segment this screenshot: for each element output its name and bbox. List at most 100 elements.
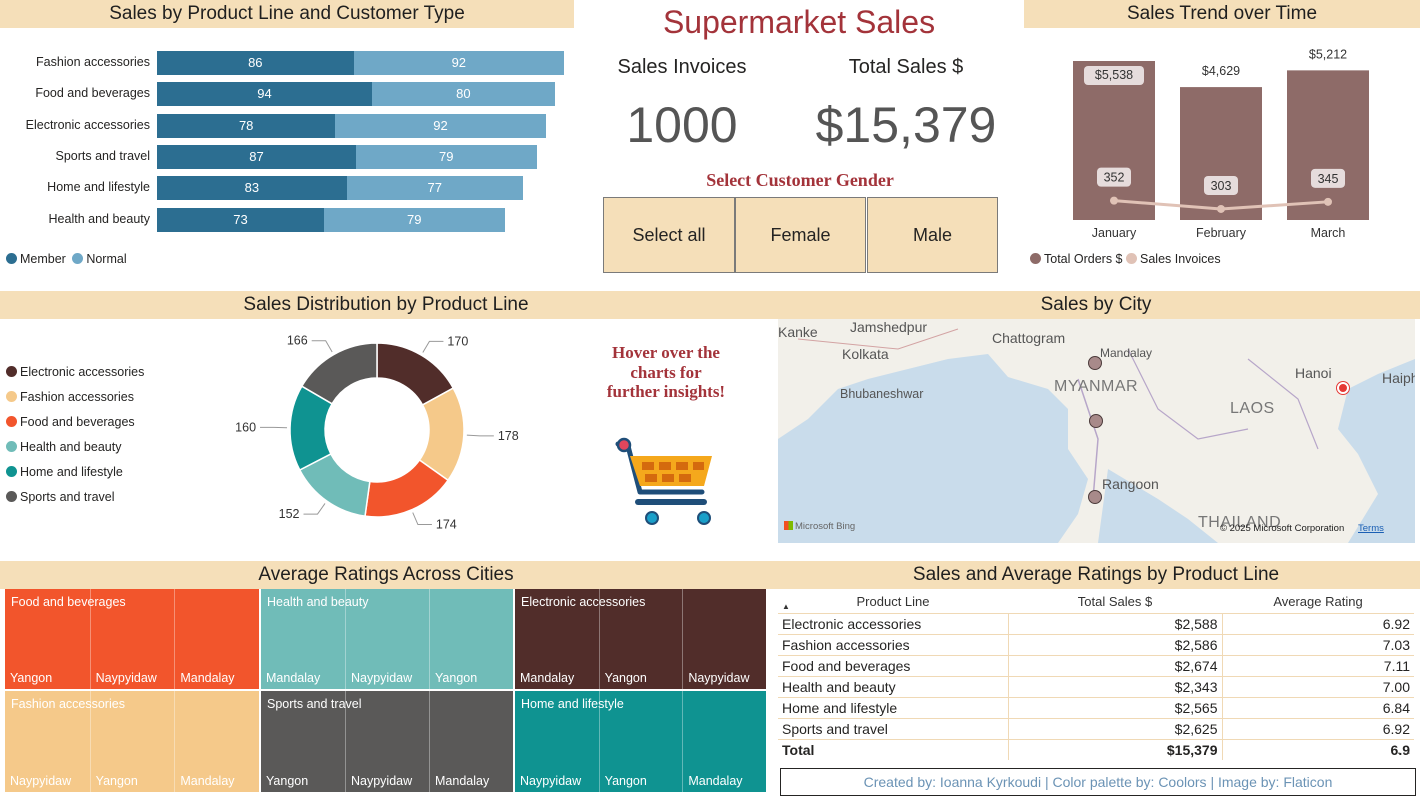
bar-normal[interactable]: 92 bbox=[335, 113, 546, 138]
more-options-icon[interactable]: ... bbox=[1397, 741, 1412, 757]
map-place-kolkata: Kolkata bbox=[842, 346, 889, 362]
legend-swatch bbox=[6, 391, 17, 402]
bar-member[interactable]: 73 bbox=[157, 207, 324, 232]
legend-swatch bbox=[6, 366, 17, 377]
legend-normal[interactable]: Normal bbox=[72, 252, 127, 266]
table-row[interactable]: Sports and travel $2,625 6.92 bbox=[778, 718, 1414, 740]
bar-normal[interactable]: 80 bbox=[371, 82, 555, 107]
trend-bar-label: $5,212 bbox=[1309, 47, 1347, 61]
treemap-group[interactable]: Naypyidaw Yangon Mandalay Fashion accessori… bbox=[5, 691, 259, 792]
col-product-line[interactable]: ▲ Product Line bbox=[778, 589, 1008, 614]
bar-normal[interactable]: 77 bbox=[346, 176, 523, 201]
table-cell: Fashion accessories bbox=[778, 634, 1008, 656]
col-total-sales[interactable]: Total Sales $ bbox=[1008, 589, 1222, 614]
city-marker-naypyidaw[interactable] bbox=[1089, 414, 1103, 428]
legend-item[interactable]: Health and beauty bbox=[6, 435, 144, 460]
invoice-label: 352 bbox=[1104, 171, 1125, 185]
city-marker-mandalay[interactable] bbox=[1088, 356, 1102, 370]
treemap-group-label: Electronic accessories bbox=[521, 595, 646, 609]
y-label: Sports and travel bbox=[55, 148, 151, 163]
bar-member[interactable]: 87 bbox=[157, 144, 356, 169]
bar-member[interactable]: 94 bbox=[157, 82, 372, 107]
legend-sales-invoices[interactable]: Sales Invoices bbox=[1126, 252, 1221, 266]
col-average-rating[interactable]: Average Rating bbox=[1222, 589, 1414, 614]
donut-leader-line bbox=[466, 434, 494, 437]
map-place-haipho: Haipho bbox=[1382, 370, 1415, 386]
legend-member[interactable]: Member bbox=[6, 252, 66, 266]
legend-item[interactable]: Food and beverages bbox=[6, 410, 144, 435]
treemap-cell[interactable]: Mandalay bbox=[174, 691, 260, 792]
table-cell: Home and lifestyle bbox=[778, 697, 1008, 719]
treemap-city-label: Naypyidaw bbox=[351, 774, 413, 788]
treemap-group[interactable]: Naypyidaw Yangon Mandalay Home and lifestyl… bbox=[515, 691, 766, 792]
trend-legend: Total Orders $ Sales Invoices bbox=[1030, 252, 1221, 266]
table-row[interactable]: Home and lifestyle $2,565 6.84 bbox=[778, 697, 1414, 719]
treemap-cell[interactable]: Yangon bbox=[429, 589, 514, 689]
treemap-cell[interactable]: Mandalay bbox=[682, 691, 767, 792]
city-map[interactable]: Kanke Jamshedpur Kolkata Chattogram Mand… bbox=[778, 319, 1415, 543]
table-row[interactable]: Fashion accessories $2,586 7.03 bbox=[778, 634, 1414, 656]
bar-member[interactable]: 86 bbox=[157, 51, 354, 75]
table-cell: $2,343 bbox=[1007, 676, 1222, 698]
trend-chart[interactable]: $5,538 January $4,629 February $5,212 March 35… bbox=[1024, 34, 1420, 246]
legend-item[interactable]: Electronic accessories bbox=[6, 360, 144, 385]
map-place-rangoon: Rangoon bbox=[1102, 476, 1159, 492]
member-swatch bbox=[6, 253, 17, 264]
map-place-bhubaneshwar: Bhubaneshwar bbox=[840, 387, 924, 401]
trend-x-label: January bbox=[1092, 226, 1137, 240]
invoice-point[interactable] bbox=[1110, 196, 1118, 205]
table-row[interactable]: Food and beverages $2,674 7.11 bbox=[778, 655, 1414, 677]
total-orders-swatch bbox=[1030, 253, 1041, 264]
bar-normal[interactable]: 79 bbox=[355, 144, 537, 169]
microsoft-logo-icon bbox=[784, 521, 793, 530]
invoice-point[interactable] bbox=[1324, 197, 1332, 206]
table-cell: Electronic accessories bbox=[778, 613, 1008, 635]
gender-select-all-button[interactable]: Select all bbox=[603, 197, 735, 273]
legend-item[interactable]: Fashion accessories bbox=[6, 385, 144, 410]
treemap-city-label: Naypyidaw bbox=[95, 671, 157, 685]
city-marker-yangon[interactable] bbox=[1088, 490, 1102, 504]
trend-bar[interactable] bbox=[1180, 87, 1262, 220]
table-total-row: Total $15,379 6.9 bbox=[778, 739, 1414, 760]
bar-normal[interactable]: 92 bbox=[353, 51, 564, 75]
donut-leader-line bbox=[303, 503, 326, 515]
trend-bar-label: $5,538 bbox=[1095, 68, 1133, 82]
hover-note: Hover over the charts for further insigh… bbox=[606, 343, 726, 401]
y-label: Home and lifestyle bbox=[47, 180, 150, 195]
table-cell: 6.9 bbox=[1221, 739, 1414, 760]
gender-slicer-title: Select Customer Gender bbox=[706, 170, 894, 190]
product-customer-chart[interactable]: Fashion accessories 86 92 Food and beverage… bbox=[0, 44, 574, 244]
bar-member[interactable]: 83 bbox=[157, 176, 347, 201]
ratings-treemap[interactable]: Yangon Naypyidaw Mandalay Food and beverage… bbox=[5, 589, 768, 794]
trend-bar[interactable] bbox=[1287, 70, 1369, 220]
distribution-donut-chart[interactable]: 170 178 174 152 160 166 bbox=[230, 330, 530, 540]
table-row[interactable]: Health and beauty $2,343 7.00 bbox=[778, 676, 1414, 698]
bar-member[interactable]: 78 bbox=[157, 113, 336, 138]
donut-leader-line bbox=[311, 340, 333, 353]
table-cell: 6.92 bbox=[1221, 613, 1414, 635]
bar-normal[interactable]: 79 bbox=[323, 207, 505, 232]
map-place-mandalay: Mandalay bbox=[1100, 346, 1153, 360]
treemap-city-label: Yangon bbox=[604, 671, 647, 685]
treemap-group[interactable]: Mandalay Naypyidaw Yangon Health and beauty bbox=[261, 589, 513, 689]
treemap-group-label: Food and beverages bbox=[11, 595, 126, 609]
gender-female-button[interactable]: Female bbox=[735, 197, 866, 273]
treemap-cell[interactable]: Naypyidaw bbox=[682, 589, 767, 689]
distribution-legend: Electronic accessories Fashion accessorie… bbox=[6, 360, 144, 510]
map-terms-link[interactable]: Terms bbox=[1358, 523, 1384, 534]
treemap-cell[interactable]: Mandalay bbox=[429, 691, 514, 792]
legend-item[interactable]: Home and lifestyle bbox=[6, 460, 144, 485]
treemap-cell[interactable]: Mandalay bbox=[174, 589, 260, 689]
table-cell: $15,379 bbox=[1007, 739, 1222, 760]
treemap-group[interactable]: Mandalay Yangon Naypyidaw Electronic access… bbox=[515, 589, 766, 689]
gender-male-button[interactable]: Male bbox=[867, 197, 998, 273]
table-row[interactable]: Electronic accessories $2,588 6.92 bbox=[778, 613, 1414, 635]
legend-total-orders[interactable]: Total Orders $ bbox=[1030, 252, 1123, 266]
y-label: Fashion accessories bbox=[36, 55, 150, 69]
invoice-label: 303 bbox=[1211, 179, 1232, 193]
product-table: ▲ Product Line Total Sales $ Average Rati… bbox=[778, 589, 1414, 760]
treemap-group[interactable]: Yangon Naypyidaw Mandalay Food and beverage… bbox=[5, 589, 259, 689]
invoice-point[interactable] bbox=[1217, 204, 1225, 213]
legend-item[interactable]: Sports and travel bbox=[6, 485, 144, 510]
treemap-group[interactable]: Yangon Naypyidaw Mandalay Sports and travel bbox=[261, 691, 513, 792]
